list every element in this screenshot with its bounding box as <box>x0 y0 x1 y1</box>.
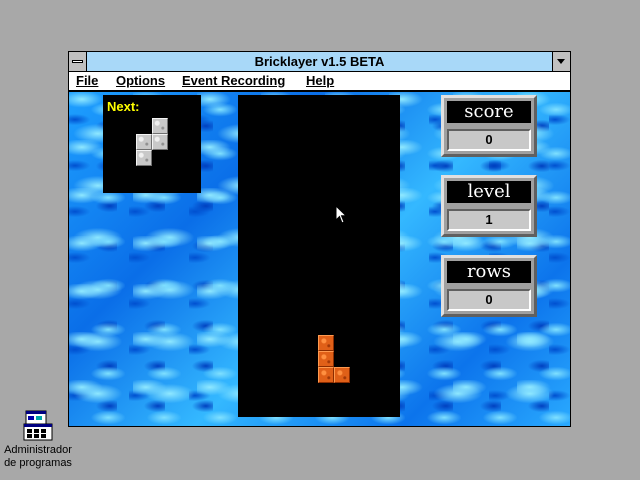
falling-piece-block <box>318 351 334 367</box>
mouse-pointer-icon <box>335 205 348 224</box>
next-piece-preview: Next: <box>103 95 201 193</box>
program-manager-label[interactable]: Administrador de programas <box>0 444 76 470</box>
next-piece-block <box>152 134 168 150</box>
game-area: Next: score 0 level 1 rows 0 <box>69 92 570 426</box>
minimize-arrow-icon <box>557 59 565 64</box>
game-board[interactable] <box>238 95 400 417</box>
window-title: Bricklayer v1.5 BETA <box>254 54 385 69</box>
score-panel: score 0 <box>441 95 537 157</box>
falling-piece-block <box>318 335 334 351</box>
level-value: 1 <box>447 209 531 231</box>
rows-panel: rows 0 <box>441 255 537 317</box>
icon-label-line2: de programas <box>4 457 72 469</box>
program-manager-icon[interactable] <box>22 410 54 442</box>
score-value: 0 <box>447 129 531 151</box>
menu-help[interactable]: Help <box>306 72 334 90</box>
minimize-button[interactable] <box>552 52 570 71</box>
system-menu-icon <box>72 60 83 63</box>
rows-value: 0 <box>447 289 531 311</box>
next-piece-block <box>152 118 168 134</box>
menu-options[interactable]: Options <box>116 72 165 90</box>
icon-label-line1: Administrador <box>4 444 72 456</box>
falling-piece-block <box>334 367 350 383</box>
rows-label: rows <box>447 261 531 283</box>
level-panel: level 1 <box>441 175 537 237</box>
menu-file[interactable]: File <box>76 72 98 90</box>
next-piece-block <box>136 150 152 166</box>
bricklayer-window: Bricklayer v1.5 BETA File Options Event … <box>68 51 571 427</box>
title-bar[interactable]: Bricklayer v1.5 BETA <box>69 52 570 71</box>
menu-event-recording[interactable]: Event Recording <box>182 72 285 90</box>
system-menu-button[interactable] <box>69 52 87 71</box>
next-label: Next: <box>107 99 140 114</box>
menu-bar: File Options Event Recording Help <box>69 72 570 91</box>
next-piece-block <box>136 134 152 150</box>
level-label: level <box>447 181 531 203</box>
score-label: score <box>447 101 531 123</box>
falling-piece-block <box>318 367 334 383</box>
